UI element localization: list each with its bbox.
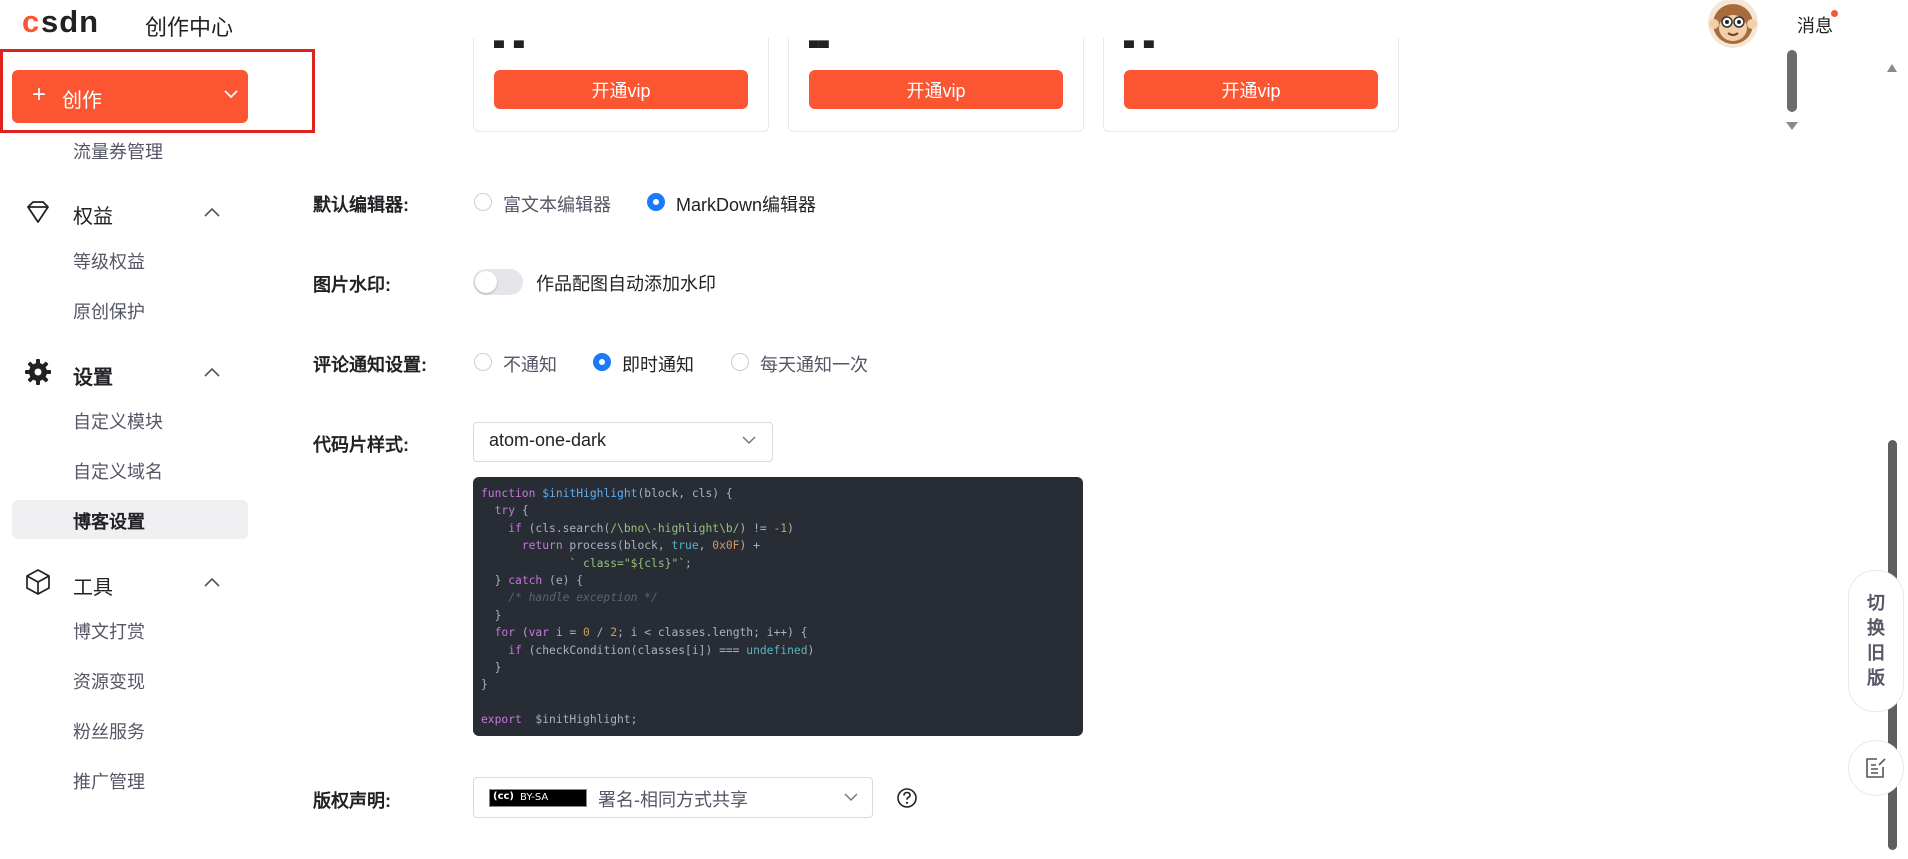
sidebar-item-original-protection[interactable]: 原创保护 (73, 298, 145, 324)
card-title-clipped: ▀▄▀ (494, 40, 524, 48)
notify-none-option[interactable]: 不通知 (503, 351, 557, 377)
notify-daily-radio[interactable] (731, 353, 749, 371)
page-title: 创作中心 (145, 15, 234, 40)
sidebar-group-settings[interactable]: 设置 (73, 361, 113, 390)
notify-none-radio[interactable] (474, 353, 492, 371)
switch-old-version-button[interactable]: 切换旧版 (1848, 570, 1904, 712)
highlight-box (0, 49, 315, 133)
watermark-toggle-text: 作品配图自动添加水印 (536, 274, 716, 294)
watermark-label: 图片水印: (313, 275, 391, 295)
monkey-avatar-icon (1709, 4, 1757, 44)
default-editor-label: 默认编辑器: (313, 195, 409, 215)
markdown-editor-option[interactable]: MarkDown编辑器 (676, 191, 816, 217)
cc-license-badge: (cc) BY-SA (489, 789, 587, 807)
open-vip-button[interactable]: 开通vip (809, 70, 1063, 109)
vip-card: ▀▄▀ 开通vip (1103, 38, 1399, 132)
copyright-label: 版权声明: (313, 791, 391, 811)
svg-text:c: c (22, 5, 40, 39)
sidebar-item-traffic-coupon[interactable]: 流量券管理 (73, 138, 163, 164)
markdown-editor-radio[interactable] (647, 193, 665, 211)
csdn-logo[interactable]: c sdn (22, 5, 117, 39)
open-vip-button[interactable]: 开通vip (494, 70, 748, 109)
diamond-icon (27, 201, 49, 223)
switch-old-version-label: 切换旧版 (1867, 593, 1885, 688)
sidebar-group-tools[interactable]: 工具 (73, 571, 113, 600)
cube-icon (26, 569, 50, 595)
chevron-up-icon[interactable] (204, 367, 220, 377)
inner-scrollbar-thumb[interactable] (1787, 50, 1797, 112)
sidebar-item-fan-service[interactable]: 粉丝服务 (73, 718, 145, 744)
sidebar-item-article-reward[interactable]: 博文打赏 (73, 618, 145, 644)
sidebar-group-rights[interactable]: 权益 (73, 200, 113, 229)
vip-card: ▀▀▄ 开通vip (788, 38, 1084, 132)
notify-instant-radio[interactable] (593, 353, 611, 371)
chevron-up-icon[interactable] (204, 577, 220, 587)
scroll-up-arrow-icon[interactable] (1886, 62, 1898, 74)
sidebar-item-resource-monetize[interactable]: 资源变现 (73, 668, 145, 694)
code-style-label: 代码片样式: (313, 435, 409, 455)
unread-dot (1831, 10, 1838, 17)
sidebar-item-promotion[interactable]: 推广管理 (73, 768, 145, 794)
card-title-clipped: ▀▀▄ (809, 40, 839, 48)
scroll-down-arrow-icon[interactable] (1786, 122, 1798, 131)
rich-text-editor-option[interactable]: 富文本编辑器 (503, 191, 611, 217)
code-sample: function $initHighlight(block, cls) { tr… (481, 487, 815, 727)
feedback-button[interactable] (1848, 740, 1904, 796)
card-title-clipped: ▀▄▀ (1124, 40, 1154, 48)
chevron-down-icon (742, 436, 756, 445)
code-style-value: atom-one-dark (489, 430, 607, 450)
copyright-value: 署名-相同方式共享 (598, 790, 748, 810)
watermark-toggle[interactable] (473, 269, 523, 295)
open-vip-button[interactable]: 开通vip (1124, 70, 1378, 109)
code-style-select[interactable]: atom-one-dark (473, 422, 773, 462)
notify-instant-option[interactable]: 即时通知 (622, 351, 694, 377)
rich-text-editor-radio[interactable] (474, 193, 492, 211)
help-icon[interactable] (896, 787, 918, 809)
svg-text:sdn: sdn (41, 5, 99, 39)
code-style-preview: function $initHighlight(block, cls) { tr… (473, 477, 1083, 736)
sidebar-item-blog-settings[interactable]: 博客设置 (73, 508, 145, 534)
vip-card: ▀▄▀ 开通vip (473, 38, 769, 132)
user-avatar[interactable] (1708, 0, 1758, 48)
sidebar-item-custom-module[interactable]: 自定义模块 (73, 408, 163, 434)
sidebar-item-custom-domain[interactable]: 自定义域名 (73, 458, 163, 484)
notify-daily-option[interactable]: 每天通知一次 (760, 351, 868, 377)
chevron-down-icon (844, 793, 858, 802)
comment-notify-label: 评论通知设置: (313, 355, 427, 375)
chevron-up-icon[interactable] (204, 207, 220, 217)
toggle-knob (475, 271, 497, 293)
edit-note-icon (1866, 758, 1886, 778)
sidebar-item-level-rights[interactable]: 等级权益 (73, 248, 145, 274)
gear-icon (25, 359, 51, 385)
messages-link[interactable]: 消息 (1797, 12, 1833, 38)
copyright-select[interactable]: (cc) BY-SA 署名-相同方式共享 (473, 777, 873, 818)
